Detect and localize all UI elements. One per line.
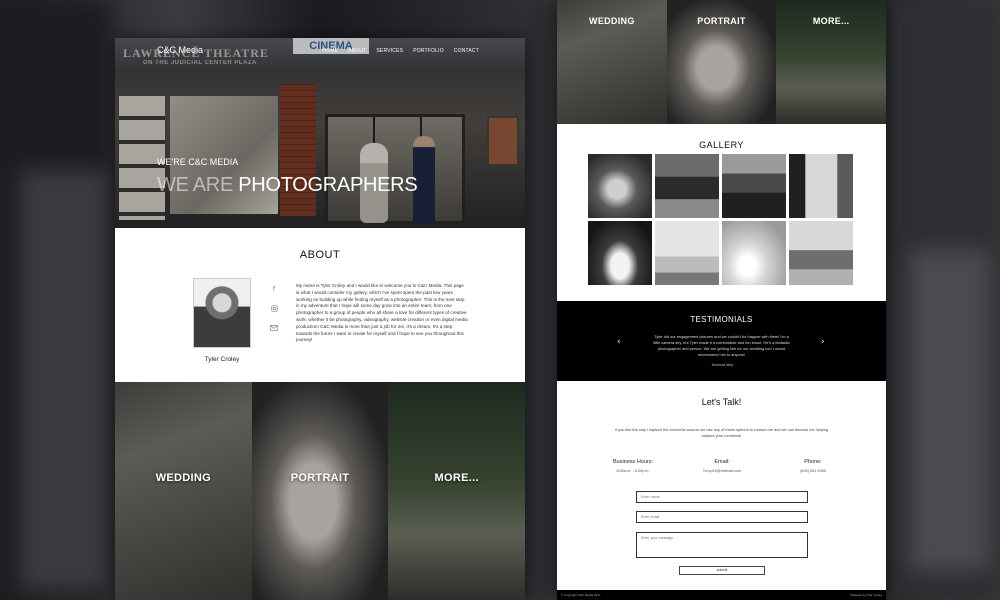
category-tiles: WEDDING PORTRAIT MORE... xyxy=(115,382,525,600)
website-credit[interactable]: Website by Tyler Croley xyxy=(850,593,882,597)
testimonial-author: - Brianna May xyxy=(709,363,734,367)
instagram-icon[interactable] xyxy=(269,303,279,313)
category-label: PORTRAIT xyxy=(697,16,746,26)
message-input[interactable] xyxy=(636,532,808,558)
phone-value[interactable]: (606) 261-9366 xyxy=(793,469,833,473)
gallery-heading: GALLERY xyxy=(699,140,744,150)
gallery-photo[interactable] xyxy=(588,221,652,285)
category-label: MORE... xyxy=(434,472,479,484)
contact-heading: Let's Talk! xyxy=(701,397,742,407)
gallery-photo[interactable] xyxy=(789,221,853,285)
carousel-prev-arrow[interactable]: ‹ xyxy=(617,337,621,347)
name-input[interactable] xyxy=(636,491,808,503)
nav-contact[interactable]: CONTACT xyxy=(454,48,479,54)
hero-title: WE ARE PHOTOGRAPHERS xyxy=(157,174,418,197)
gallery-photo[interactable] xyxy=(655,221,719,285)
backdrop-shade xyxy=(910,250,990,570)
phone-info: Phone: (606) 261-9366 xyxy=(793,459,833,473)
email-input[interactable] xyxy=(636,511,808,523)
gallery-grid xyxy=(588,154,856,285)
nav-about[interactable]: ABOUT xyxy=(348,48,366,54)
copyright-text: © Copyright C&C Media 2017 xyxy=(561,593,601,597)
backdrop-shade xyxy=(20,170,110,590)
testimonials-heading: TESTIMONIALS xyxy=(690,315,753,324)
hero-subtitle: WE'RE C&C MEDIA xyxy=(157,157,239,167)
homepage-mockup-bottom: WEDDING PORTRAIT MORE... GALLERY TESTIMO… xyxy=(557,0,886,600)
site-logo[interactable]: C&C Media xyxy=(157,45,203,55)
category-label: MORE... xyxy=(812,16,850,26)
contact-intro: If you like the way I capture the moment… xyxy=(614,427,829,438)
hero-overlay xyxy=(115,38,525,228)
category-tiles-continued: WEDDING PORTRAIT MORE... xyxy=(557,0,886,124)
submit-button[interactable]: submit xyxy=(679,566,765,575)
category-portrait[interactable]: PORTRAIT xyxy=(666,0,777,124)
gallery-photo[interactable] xyxy=(655,154,719,218)
email-info: Email: Tcroyl15@hotmail.com xyxy=(695,459,749,473)
category-label: PORTRAIT xyxy=(290,472,350,484)
category-wedding[interactable]: WEDDING xyxy=(557,0,667,124)
category-more[interactable]: MORE... xyxy=(776,0,886,124)
gallery-photo[interactable] xyxy=(722,221,786,285)
email-label: Email: xyxy=(714,459,730,465)
gallery-photo[interactable] xyxy=(588,154,652,218)
testimonial-quote: Tyler did our engagement pictures and we… xyxy=(653,334,790,357)
category-label: WEDDING xyxy=(589,16,635,26)
category-more[interactable]: MORE... xyxy=(388,382,525,600)
hero-title-bold: PHOTOGRAPHERS xyxy=(238,174,418,196)
main-nav: HOME ABOUT SERVICES PORTFOLIO CONTACT xyxy=(322,48,479,54)
hero-title-light: WE ARE xyxy=(157,174,233,196)
phone-label: Phone: xyxy=(804,459,822,465)
category-wedding[interactable]: WEDDING xyxy=(115,382,252,600)
hours-value: 8:00a.m. - 6:00p.m. xyxy=(616,469,650,473)
mail-icon[interactable] xyxy=(269,323,279,333)
nav-services[interactable]: SERVICES xyxy=(376,48,403,54)
backdrop-shade xyxy=(525,0,557,600)
homepage-mockup-top: LAWRENCE THEATRE ON THE JUDICIAL CENTER … xyxy=(115,38,525,600)
profile-name: Tyler Croley xyxy=(204,356,240,363)
profile-photo xyxy=(193,278,251,348)
facebook-icon[interactable]: f xyxy=(269,284,279,294)
carousel-next-arrow[interactable]: › xyxy=(821,337,825,347)
about-heading: ABOUT xyxy=(299,249,341,261)
about-text: My name is Tyler Croley and I would like… xyxy=(296,283,468,343)
category-label: WEDDING xyxy=(155,472,211,484)
category-portrait[interactable]: PORTRAIT xyxy=(251,382,389,600)
gallery-photo[interactable] xyxy=(722,154,786,218)
gallery-photo[interactable] xyxy=(789,154,853,218)
hours-label: Business Hours: xyxy=(612,459,654,465)
footer: © Copyright C&C Media 2017 Website by Ty… xyxy=(557,590,886,600)
business-hours: Business Hours: 8:00a.m. - 6:00p.m. xyxy=(609,459,657,473)
hero-section: LAWRENCE THEATRE ON THE JUDICIAL CENTER … xyxy=(115,38,525,228)
nav-portfolio[interactable]: PORTFOLIO xyxy=(413,48,444,54)
nav-home[interactable]: HOME xyxy=(322,48,338,54)
testimonials-section: TESTIMONIALS ‹ Tyler did our engagement … xyxy=(557,301,886,381)
email-value[interactable]: Tcroyl15@hotmail.com xyxy=(695,469,749,473)
